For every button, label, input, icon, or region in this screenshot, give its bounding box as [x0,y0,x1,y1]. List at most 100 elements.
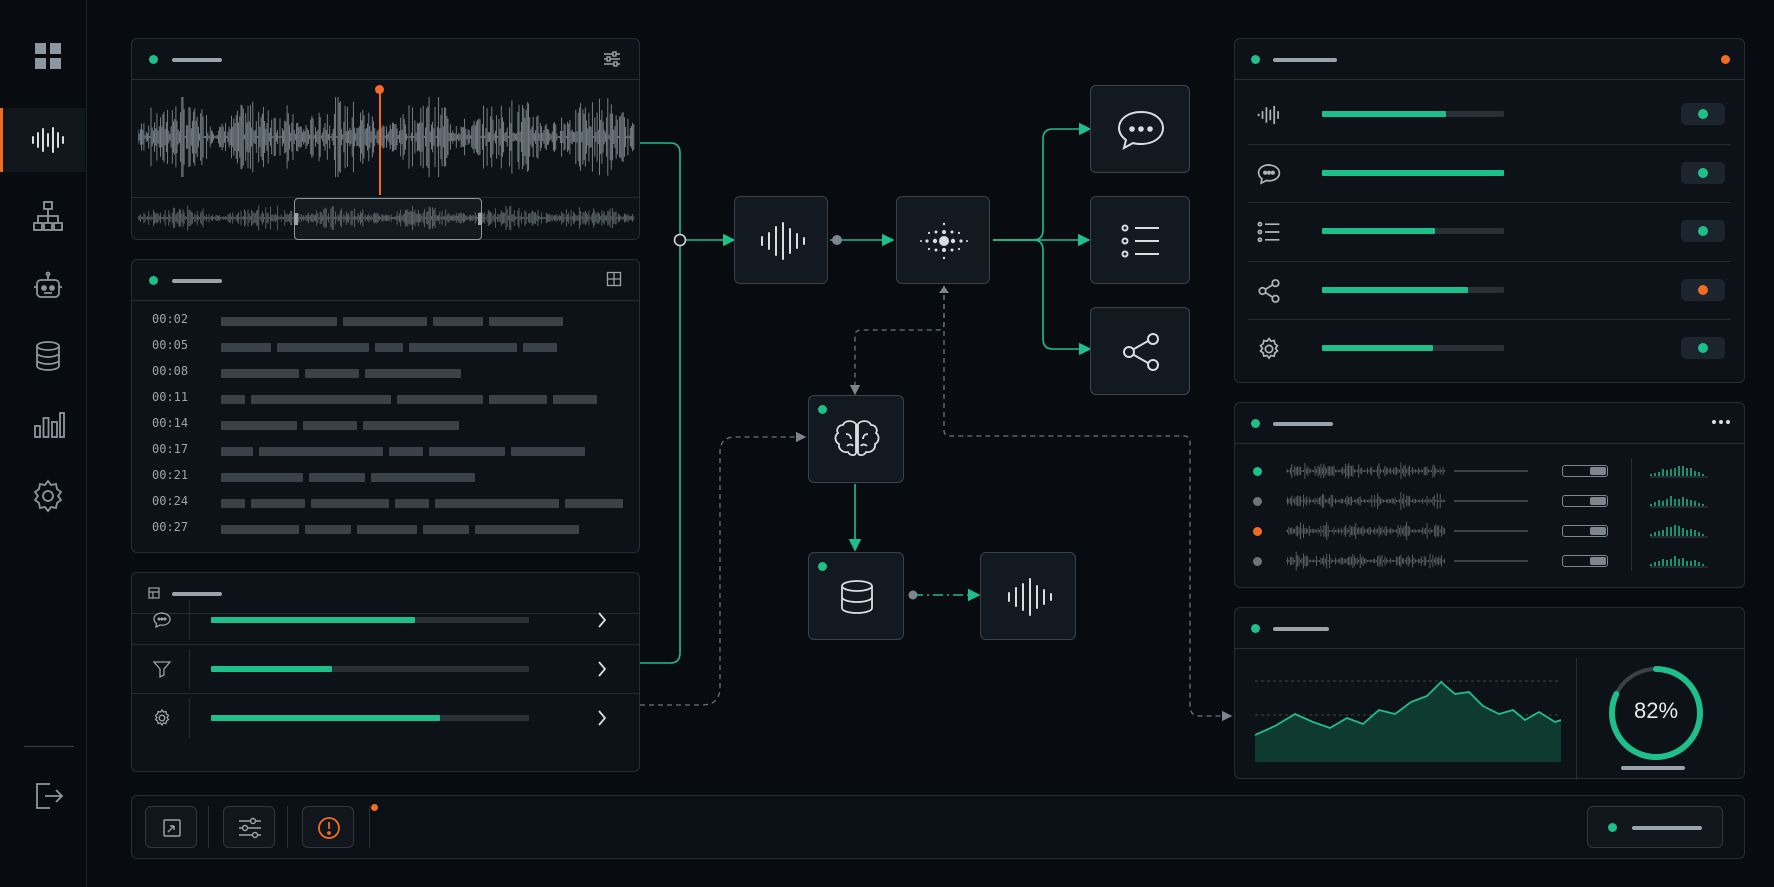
transcript-text-placeholder [423,525,469,534]
channel-row[interactable] [1234,519,1745,543]
row-divider [1248,319,1731,320]
gear-icon [1259,337,1279,360]
playhead-knob[interactable] [375,85,384,94]
connection-status-button[interactable] [1587,806,1723,848]
channel-toggle[interactable] [1562,525,1608,537]
transcript-timestamp[interactable]: 00:05 [152,338,188,352]
transcript-text-placeholder [303,421,357,430]
waveform-panel [131,38,640,240]
channel-spectrum [1650,525,1708,538]
channel-row[interactable] [1234,549,1745,573]
gauge-label-placeholder [1621,766,1685,770]
playhead[interactable] [379,87,381,195]
toolbar-separator [369,806,370,848]
transcript-text-placeholder [409,343,517,352]
audio-waveform[interactable] [138,97,635,177]
alerts-badge [371,804,378,811]
transcript-timestamp[interactable]: 00:14 [152,416,188,430]
transcript-text-placeholder [397,395,483,404]
panel-header [132,39,639,80]
transcript-timestamp[interactable]: 00:21 [152,468,188,482]
chevron-right-icon[interactable] [596,611,608,629]
row-divider [1248,143,1731,145]
status-dot [1698,109,1708,119]
output-row[interactable] [1234,94,1745,134]
output-row[interactable] [1234,211,1745,251]
row-divider [131,693,640,694]
panel-title-placeholder [1273,422,1333,426]
panel-title-placeholder [172,279,222,283]
chevron-right-icon[interactable] [596,660,608,678]
processing-node[interactable] [896,196,990,284]
status-pill[interactable] [1681,337,1725,359]
transcript-timestamp[interactable]: 00:02 [152,312,188,326]
output-row[interactable] [1234,328,1745,368]
channel-spectrum [1650,556,1708,568]
sliders-icon [239,817,261,839]
output-row[interactable] [1234,153,1745,193]
database-icon [841,580,873,614]
export-button[interactable] [145,806,197,848]
status-pill[interactable] [1681,103,1725,125]
waveform-icon [1008,578,1052,616]
status-pill[interactable] [1681,220,1725,242]
share-output-node[interactable] [1090,307,1190,395]
channel-level-line [1454,560,1528,562]
transcript-timestamp[interactable]: 00:17 [152,442,188,456]
status-pill[interactable] [1681,278,1725,301]
control-row[interactable] [131,647,640,691]
panel-header [1235,403,1744,444]
progress-track [1322,228,1504,234]
control-row[interactable] [131,598,640,642]
transcript-text-placeholder [429,447,505,456]
export-icon [163,819,181,837]
selection-window[interactable] [294,198,482,240]
ai-model-node[interactable] [808,395,904,483]
channel-row[interactable] [1234,489,1745,513]
analytics-panel: 82% [1234,607,1745,780]
channel-waveform [1286,462,1445,480]
chat-output-node[interactable] [1090,85,1190,173]
audio-output-node[interactable] [980,552,1076,640]
channel-toggle[interactable] [1562,465,1608,477]
panel-header [1235,39,1744,80]
transcript-timestamp[interactable]: 00:11 [152,390,188,404]
status-dot [1251,55,1260,64]
list-output-node[interactable] [1090,196,1190,284]
transcript-timestamp[interactable]: 00:24 [152,494,188,508]
control-row[interactable] [131,696,640,740]
channel-toggle[interactable] [1562,495,1608,507]
settings-sliders-button[interactable] [223,806,275,848]
progress-track [211,715,529,721]
channel-level-line [1454,500,1528,502]
status-dot [1698,343,1708,353]
channel-row[interactable] [1234,459,1745,483]
transcript-text-placeholder [489,395,547,404]
channel-toggle[interactable] [1562,555,1608,567]
filter-icon [152,661,172,679]
audio-input-node[interactable] [734,196,828,284]
panel-title-placeholder [172,58,222,62]
transcript-timestamp[interactable]: 00:27 [152,520,188,534]
status-pill[interactable] [1681,161,1725,184]
expand-icon[interactable] [606,271,622,287]
output-row[interactable] [1234,270,1745,310]
status-dot [1251,624,1260,633]
selection-handle-right[interactable] [478,213,482,225]
transcript-timestamp[interactable]: 00:08 [152,364,188,378]
sliders-icon[interactable] [602,49,622,69]
channel-status-dot [1253,497,1262,506]
chevron-right-icon[interactable] [596,709,608,727]
selection-handle-left[interactable] [294,213,298,225]
list-icon [1257,221,1280,243]
transcript-text-placeholder [277,343,369,352]
transcript-text-placeholder [395,499,429,508]
transcript-text-placeholder [221,421,297,430]
alerts-button[interactable] [302,806,354,848]
progress-fill [211,666,332,672]
share-icon [1123,333,1159,371]
more-options-icon[interactable] [1711,419,1731,425]
database-node[interactable] [808,552,904,640]
waveform-icon [1257,105,1279,125]
transcript-text-placeholder [435,499,559,508]
